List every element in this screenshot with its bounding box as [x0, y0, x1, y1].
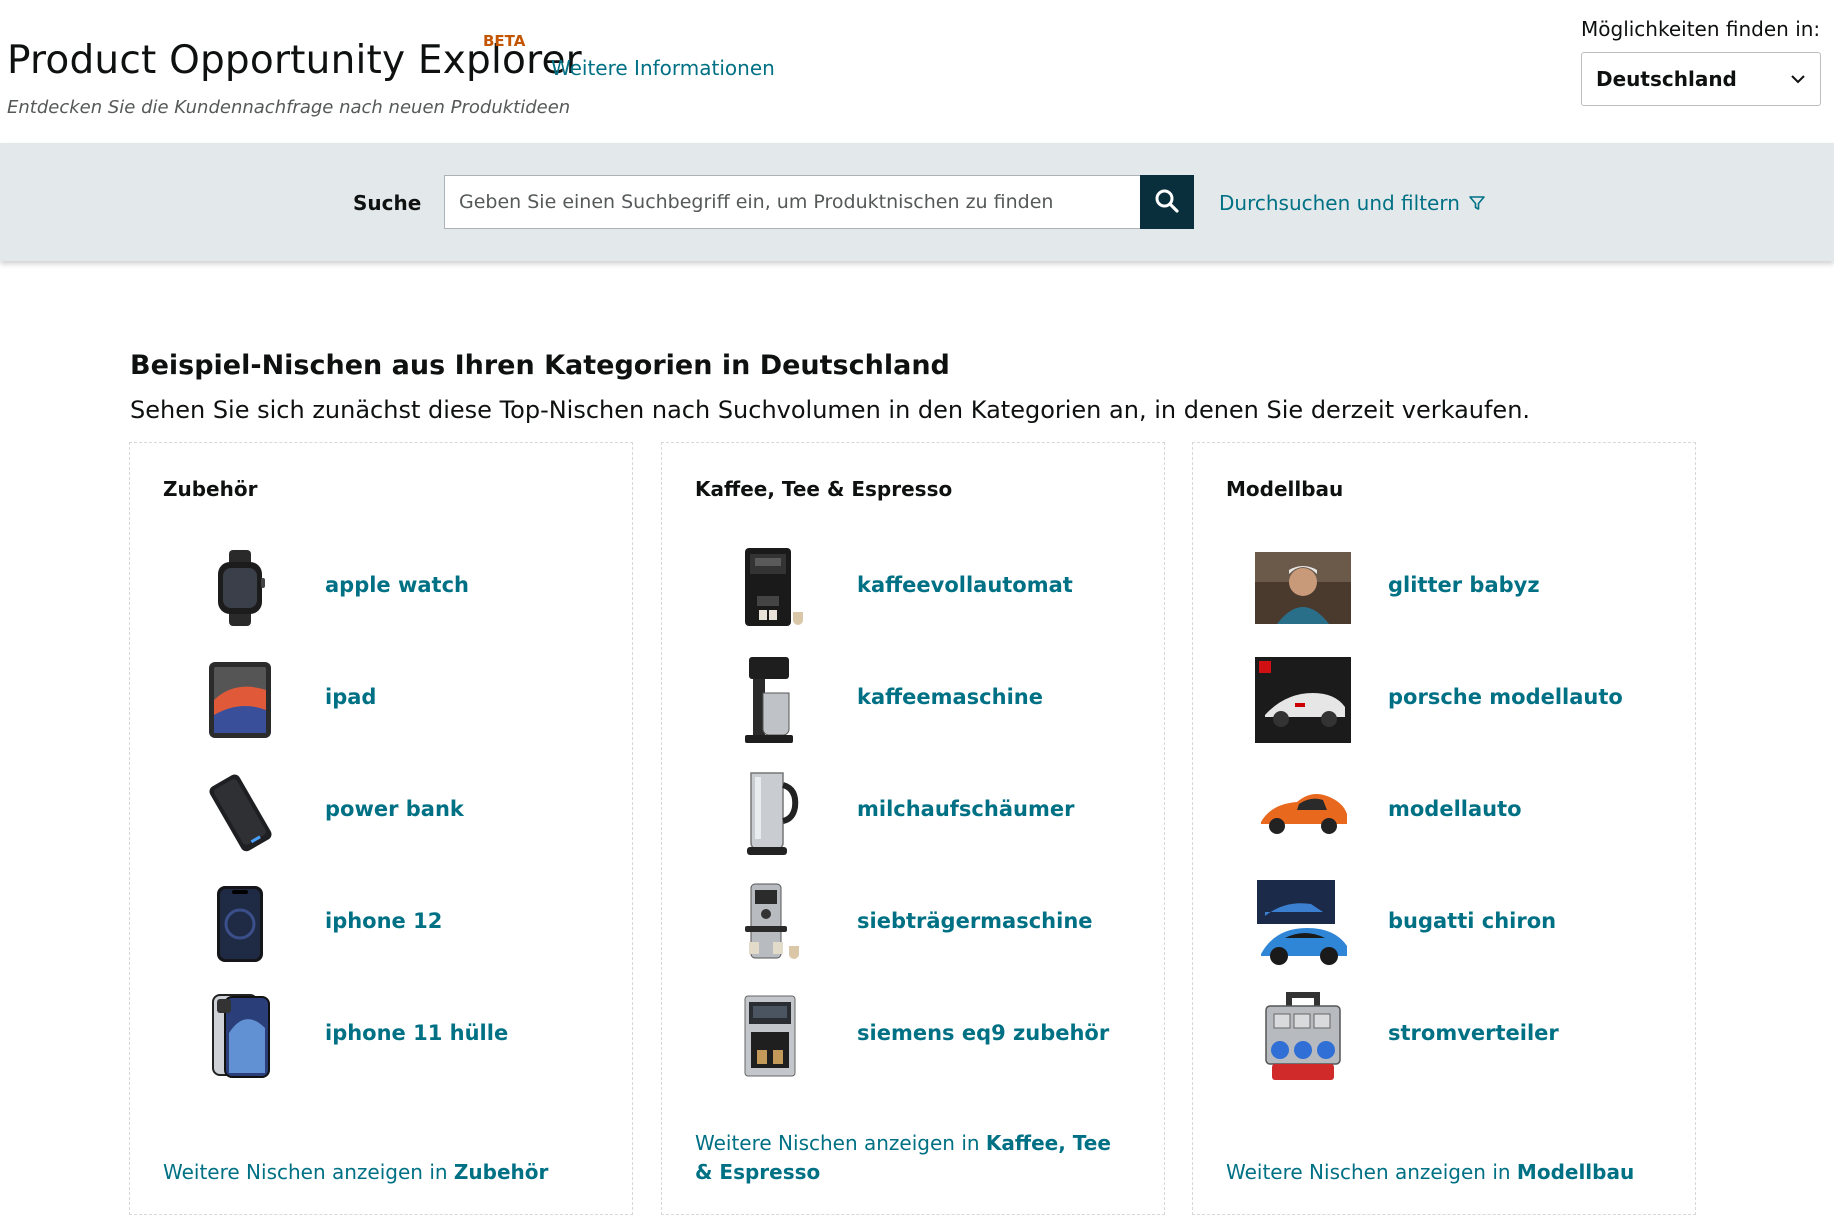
niche-item: stromverteiler	[1193, 986, 1695, 1086]
espresso-machine-icon	[722, 878, 822, 970]
tablet-icon	[190, 654, 290, 746]
niche-link[interactable]: kaffeevollautomat	[857, 573, 1073, 597]
blue-model-car-icon	[1253, 878, 1353, 970]
page-subtitle: Entdecken Sie die Kundennachfrage nach n…	[7, 97, 571, 118]
niche-item: ipad	[130, 650, 632, 750]
country-dropdown[interactable]: Deutschland	[1581, 52, 1821, 106]
country-value: Deutschland	[1596, 67, 1737, 91]
niche-item: iphone 12	[130, 874, 632, 974]
category-title: Modellbau	[1226, 477, 1344, 501]
niche-item: siebträgermaschine	[662, 874, 1164, 974]
browse-filter-label: Durchsuchen und filtern	[1219, 191, 1460, 215]
more-info-link[interactable]: Weitere Informationen	[551, 56, 775, 80]
niche-item: modellauto	[1193, 762, 1695, 862]
niche-link[interactable]: milchaufschäumer	[857, 797, 1074, 821]
niche-link[interactable]: glitter babyz	[1388, 573, 1540, 597]
more-niches-category: Zubehör	[453, 1160, 549, 1184]
niche-item: iphone 11 hülle	[130, 986, 632, 1086]
more-niches-link[interactable]: Weitere Nischen anzeigen in Modellbau	[1226, 1158, 1666, 1187]
more-niches-prefix: Weitere Nischen anzeigen in	[1226, 1160, 1511, 1184]
section-title: Beispiel-Nischen aus Ihren Kategorien in…	[130, 350, 950, 381]
niche-item: apple watch	[130, 538, 632, 638]
niche-link[interactable]: siebträgermaschine	[857, 909, 1093, 933]
niche-item: power bank	[130, 762, 632, 862]
coffee-machine-icon	[722, 990, 822, 1082]
niche-item: glitter babyz	[1193, 538, 1695, 638]
niche-item: bugatti chiron	[1193, 874, 1695, 974]
search-bar: Suche Durchsuchen und filtern	[0, 143, 1834, 261]
country-label: Möglichkeiten finden in:	[1581, 17, 1821, 41]
category-title: Zubehör	[163, 477, 258, 501]
niche-link[interactable]: modellauto	[1388, 797, 1522, 821]
coffee-machine-icon	[722, 542, 822, 634]
section-subtitle: Sehen Sie sich zunächst diese Top-Nische…	[130, 396, 1531, 424]
filter-icon	[1469, 196, 1485, 210]
drip-coffee-maker-icon	[722, 654, 822, 746]
niche-link[interactable]: iphone 12	[325, 909, 442, 933]
niche-link[interactable]: iphone 11 hülle	[325, 1021, 508, 1045]
category-card-modellbau: Modellbau glitter babyz porsche modellau…	[1192, 442, 1696, 1215]
browse-filter-link[interactable]: Durchsuchen und filtern	[1219, 191, 1486, 215]
more-niches-link[interactable]: Weitere Nischen anzeigen in Kaffee, Tee …	[695, 1129, 1135, 1187]
more-niches-prefix: Weitere Nischen anzeigen in	[695, 1131, 980, 1155]
niche-link[interactable]: bugatti chiron	[1388, 909, 1556, 933]
search-label: Suche	[353, 191, 422, 215]
model-car-box-icon	[1253, 654, 1353, 746]
smartwatch-icon	[190, 542, 290, 634]
search-icon	[1155, 189, 1179, 213]
phone-case-icon	[190, 990, 290, 1082]
beta-badge: BETA	[483, 32, 526, 50]
category-card-kaffee: Kaffee, Tee & Espresso kaffeevollautomat	[661, 442, 1165, 1215]
power-bank-icon	[190, 766, 290, 858]
niche-item: kaffeevollautomat	[662, 538, 1164, 638]
niche-item: kaffeemaschine	[662, 650, 1164, 750]
chevron-down-icon	[1791, 75, 1805, 84]
more-niches-link[interactable]: Weitere Nischen anzeigen in Zubehör	[163, 1158, 603, 1187]
more-niches-category: Modellbau	[1516, 1160, 1635, 1184]
niche-link[interactable]: siemens eq9 zubehör	[857, 1021, 1109, 1045]
category-card-zubehoer: Zubehör apple watch ipad power bank ipho…	[129, 442, 633, 1215]
niche-link[interactable]: kaffeemaschine	[857, 685, 1043, 709]
video-thumbnail-icon	[1253, 542, 1353, 634]
search-input[interactable]	[444, 175, 1141, 229]
power-distributor-icon	[1253, 990, 1353, 1082]
niche-item: siemens eq9 zubehör	[662, 986, 1164, 1086]
page-header: Product Opportunity Explorer BETA Weiter…	[0, 0, 1834, 143]
milk-frother-icon	[722, 766, 822, 858]
niche-item: milchaufschäumer	[662, 762, 1164, 862]
orange-model-car-icon	[1253, 766, 1353, 858]
niche-link[interactable]: ipad	[325, 685, 376, 709]
search-button[interactable]	[1140, 175, 1194, 229]
smartphone-icon	[190, 878, 290, 970]
niche-item: porsche modellauto	[1193, 650, 1695, 750]
category-title: Kaffee, Tee & Espresso	[695, 477, 953, 501]
niche-link[interactable]: porsche modellauto	[1388, 685, 1623, 709]
niche-link[interactable]: power bank	[325, 797, 464, 821]
niche-link[interactable]: stromverteiler	[1388, 1021, 1559, 1045]
more-niches-prefix: Weitere Nischen anzeigen in	[163, 1160, 448, 1184]
niche-link[interactable]: apple watch	[325, 573, 469, 597]
